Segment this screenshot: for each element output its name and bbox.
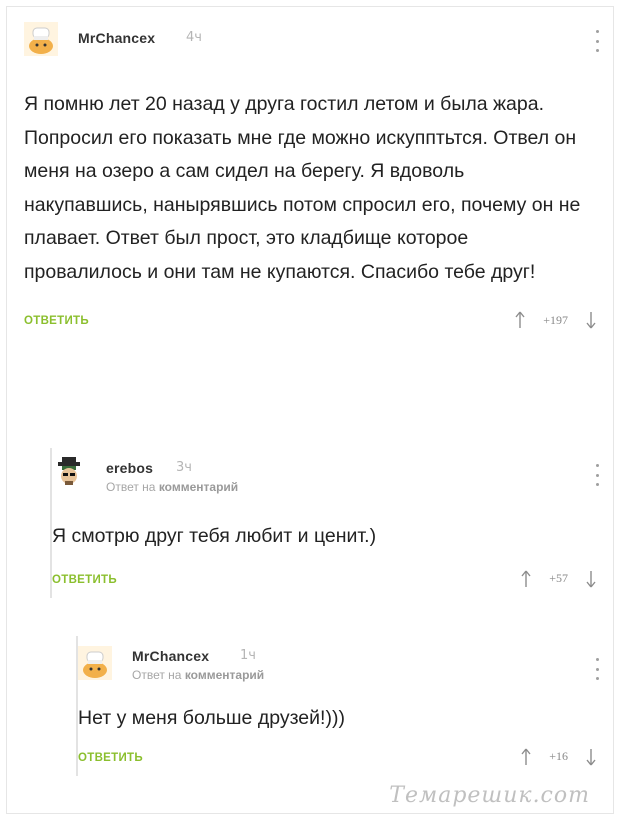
comment-text: Я смотрю друг тебя любит и ценит.)	[52, 525, 377, 547]
more-options-icon[interactable]	[594, 464, 600, 486]
reply-button[interactable]: ОТВЕТИТЬ	[78, 752, 143, 764]
comment-actions: ОТВЕТИТЬ +57	[52, 568, 604, 598]
comment-text: Я помню лет 20 назад у друга гостил лето…	[24, 93, 581, 283]
username[interactable]: MrChancex	[132, 648, 209, 664]
username[interactable]: MrChancex	[78, 30, 155, 46]
more-options-icon[interactable]	[594, 658, 600, 680]
reply-button[interactable]: ОТВЕТИТЬ	[52, 574, 117, 586]
downvote-arrow-icon[interactable]	[586, 570, 596, 588]
upvote-arrow-icon[interactable]	[515, 311, 525, 329]
downvote-arrow-icon[interactable]	[586, 748, 596, 766]
vote-score: +57	[549, 571, 568, 585]
site-watermark: Темарешик.com	[389, 783, 590, 808]
vote-score: +197	[543, 312, 568, 327]
comment-header: erebos 3ч Ответ на комментарий	[52, 448, 604, 494]
comment-2: erebos 3ч Ответ на комментарий Я смотрю …	[50, 448, 604, 598]
reply-to-link[interactable]: комментарий	[159, 480, 238, 494]
comment-actions: ОТВЕТИТЬ +197	[24, 309, 604, 339]
upvote-arrow-icon[interactable]	[521, 748, 531, 766]
comment-3: MrChancex 1ч Ответ на комментарий Нет у …	[76, 636, 604, 776]
vote-controls: +57	[521, 570, 596, 588]
username[interactable]: erebos	[106, 460, 153, 476]
chef-cat-avatar-icon[interactable]	[78, 646, 112, 680]
vote-score: +16	[549, 749, 568, 763]
more-options-icon[interactable]	[594, 30, 600, 52]
timestamp: 3ч	[176, 460, 192, 475]
timestamp: 4ч	[186, 30, 202, 45]
timestamp: 1ч	[240, 648, 256, 663]
reply-button[interactable]: ОТВЕТИТЬ	[24, 315, 89, 327]
upvote-arrow-icon[interactable]	[521, 570, 531, 588]
vote-controls: +197	[515, 311, 596, 329]
comment-actions: ОТВЕТИТЬ +16	[78, 746, 604, 776]
comment-text: Нет у меня больше друзей!)))	[78, 707, 345, 729]
downvote-arrow-icon[interactable]	[586, 311, 596, 329]
reply-to-prefix: Ответ на	[106, 480, 156, 494]
chef-cat-avatar-icon[interactable]	[24, 22, 58, 56]
reply-to-link[interactable]: комментарий	[185, 668, 264, 682]
vote-controls: +16	[521, 748, 596, 766]
comment-header: MrChancex 4ч	[24, 18, 604, 62]
reply-to-label: Ответ на комментарий	[106, 480, 238, 494]
hat-glasses-avatar-icon[interactable]	[52, 456, 86, 490]
reply-to-prefix: Ответ на	[132, 668, 182, 682]
reply-to-label: Ответ на комментарий	[132, 668, 264, 682]
comment-1: MrChancex 4ч Я помню лет 20 назад у друг…	[24, 18, 604, 339]
comment-header: MrChancex 1ч Ответ на комментарий	[78, 636, 604, 682]
